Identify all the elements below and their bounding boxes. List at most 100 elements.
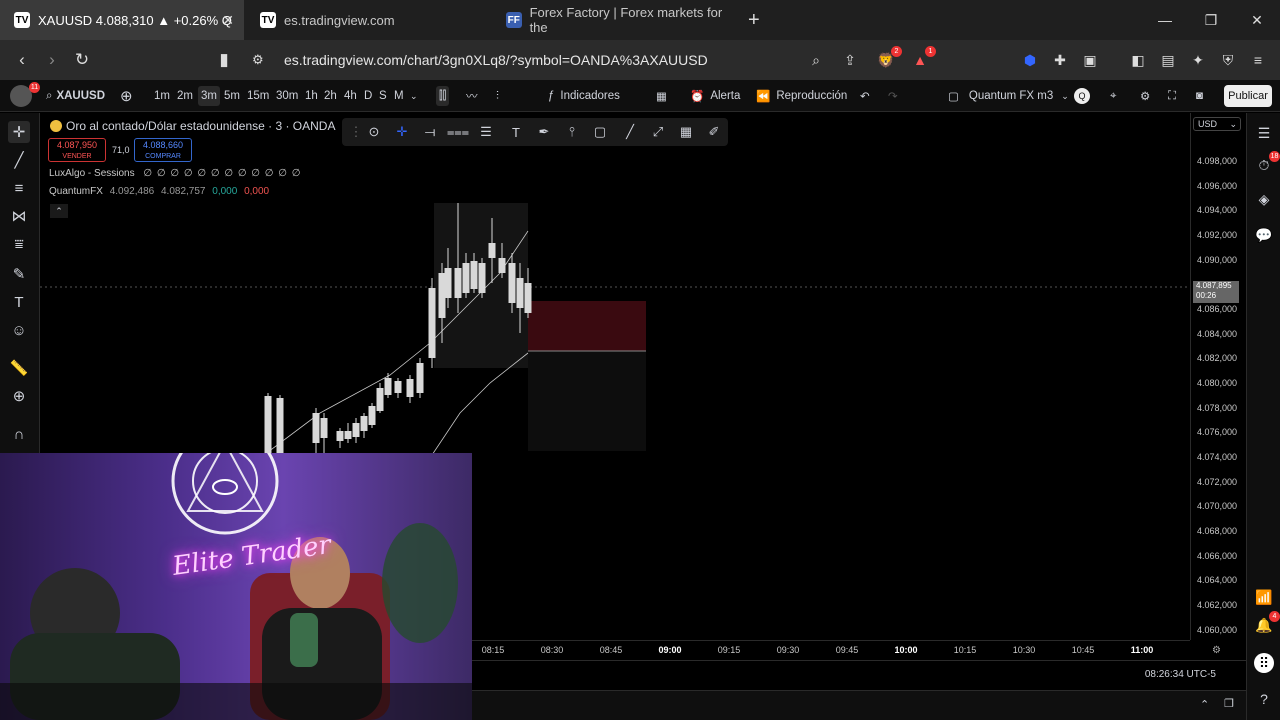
collapse-legend-icon[interactable]: ⌃ [50,204,68,218]
new-tab-button[interactable]: + [748,0,768,40]
text-tool-icon[interactable]: T [506,122,526,142]
indicator-legend-quantumfx[interactable]: QuantumFX 4.092,486 4.082,757 0,000 0,00… [49,186,269,197]
brave-shield-icon[interactable]: 🦁 2 [876,46,902,70]
chevron-down-icon[interactable]: ⌄ [410,86,418,106]
object-tree-icon[interactable]: ⌖ [1110,86,1116,106]
reader-icon[interactable]: ▣ [1080,50,1100,70]
extension-shield-icon[interactable]: ⬢ [1020,50,1040,70]
camera-icon[interactable]: ◙ [1196,86,1203,106]
alert-button[interactable]: ⏰ Alerta [690,86,740,106]
vertical-line-icon[interactable]: ⫯ [562,122,582,142]
signal-icon[interactable]: 📶 [1254,587,1274,607]
indicator-legend-sessions[interactable]: LuxAlgo - Sessions ∅ ∅ ∅ ∅ ∅ ∅ ∅ ∅ ∅ ∅ ∅… [49,168,301,179]
cursor-mode-icon[interactable]: ⊙ [364,122,384,142]
interval-5m[interactable]: 5m [224,86,240,106]
wallet-icon[interactable]: ▤ [1158,50,1178,70]
indicators-button[interactable]: ƒ Indicadores [548,86,620,106]
tab-tradingview-active[interactable]: TV XAUUSD 4.088,310 ▲ +0.26% Q ✕ [0,0,244,40]
close-tab-icon[interactable]: ✕ [222,12,234,29]
forward-icon[interactable]: › [40,48,64,72]
ruler-icon[interactable]: 📏 [8,357,30,379]
crosshair-icon[interactable]: ✛ [8,121,30,143]
quick-search-icon[interactable]: Q [1074,88,1090,104]
interval-m[interactable]: M [394,86,404,106]
parallel-channel-icon[interactable]: ⩶ [447,122,469,142]
pattern-icon[interactable]: ⋈ [8,205,30,227]
rectangle-icon[interactable]: ▢ [590,122,610,142]
interval-2m[interactable]: 2m [177,86,193,106]
time-settings-icon[interactable]: ⚙ [1212,645,1221,656]
interval-4h[interactable]: 4h [344,86,357,106]
emoji-icon[interactable]: ☺ [8,319,30,341]
tab-tradingview[interactable]: TV es.tradingview.com [250,0,494,40]
alerts-clock-icon[interactable]: ⏱ 18 [1254,151,1280,175]
interval-3m[interactable]: 3m [198,86,220,106]
url-field[interactable]: ⚙ es.tradingview.com/chart/3gn0XLq8/?sym… [244,46,944,74]
extensions-icon[interactable]: ✚ [1050,50,1070,70]
crosshair-icon[interactable]: ✛ [392,122,412,142]
ray-icon[interactable]: ╱ [620,122,640,142]
layers-icon[interactable]: ◈ [1254,189,1274,209]
notifications-icon[interactable]: 🔔 4 [1254,611,1280,635]
help-icon[interactable]: ? [1254,689,1274,709]
horizontal-ray-icon[interactable]: ⟞ [420,122,440,142]
avatar[interactable]: 11 [10,82,40,107]
tab-forexfactory[interactable]: FF Forex Factory | Forex markets for the [498,0,738,40]
settings-icon[interactable]: ⚙ [1140,86,1150,106]
sell-button[interactable]: 4.087,950 VENDER [48,138,106,162]
interval-1m[interactable]: 1m [154,86,170,106]
time-axis[interactable]: 08:15 08:30 08:45 09:00 09:15 09:30 09:45 10:00… [472,640,1190,660]
brush-tool-icon[interactable]: ✐ [704,122,724,142]
maximize-panel-icon[interactable]: ❐ [1224,697,1234,710]
chat-icon[interactable]: 💬 [1254,225,1274,245]
layout-button[interactable]: ▢ Quantum FX m3 ⌄ [948,86,1069,106]
close-window-icon[interactable]: ✕ [1234,0,1280,40]
zoom-icon[interactable]: ⌕ [806,50,826,70]
minimize-icon[interactable]: — [1142,0,1188,40]
replay-button[interactable]: ⏪ Reproducción [756,86,847,106]
drag-handle-icon[interactable]: ⋮ [346,122,366,142]
restore-icon[interactable]: ❐ [1188,0,1234,40]
trendline-icon[interactable]: ╱ [8,149,30,171]
line-chart-icon[interactable]: 〰 [466,86,478,106]
candles-type-icon[interactable]: ⫿⫿ [436,86,450,106]
bookmark-icon[interactable]: ▮ [212,48,236,72]
interval-d[interactable]: D [364,86,372,106]
fib-icon[interactable]: ≡ [8,177,30,199]
fib-retracement-icon[interactable]: ☰ [476,122,496,142]
compare-symbol-button[interactable]: ⊕ [120,86,133,106]
interval-30m[interactable]: 30m [276,86,298,106]
menu-icon[interactable]: ≡ [1248,50,1268,70]
timezone-clock[interactable]: 08:26:34 UTC-5 [1145,669,1216,680]
reload-icon[interactable]: ↻ [70,48,94,72]
back-icon[interactable]: ‹ [10,48,34,72]
collapse-panel-icon[interactable]: ⌃ [1200,698,1209,711]
grid-icon[interactable]: ▦ [676,122,696,142]
site-settings-icon[interactable]: ⚙ [252,52,264,68]
share-icon[interactable]: ⇪ [840,50,860,70]
apps-grid-icon[interactable]: ⠿ [1254,653,1274,673]
symbol-search[interactable]: ⌕ XAUUSD [46,86,105,106]
extended-line-icon[interactable]: ⤢ [648,122,668,142]
vpn-icon[interactable]: ⛨ [1218,50,1238,70]
watchlist-icon[interactable]: ☰ [1254,123,1274,143]
interval-15m[interactable]: 15m [247,86,269,106]
fullscreen-icon[interactable]: ⛶ [1168,86,1176,106]
redo-icon[interactable]: ↷ [888,86,898,106]
publish-button[interactable]: Publicar [1224,85,1272,107]
text-icon[interactable]: T [8,291,30,313]
brush-icon[interactable]: ✎ [8,263,30,285]
brave-rewards-icon[interactable]: ▲ 1 [910,46,936,70]
interval-2h[interactable]: 2h [324,86,337,106]
forecast-icon[interactable]: ⩸ [8,233,30,255]
templates-icon[interactable]: ▦ [656,86,667,106]
undo-icon[interactable]: ↶ [860,86,870,106]
zoom-in-icon[interactable]: ⊕ [8,385,30,407]
currency-select[interactable]: USD ⌄ [1193,117,1241,131]
leo-ai-icon[interactable]: ✦ [1188,50,1208,70]
sidebar-icon[interactable]: ◧ [1128,50,1148,70]
pen-icon[interactable]: ✒ [534,122,554,142]
price-axis[interactable]: USD ⌄ 4.098,000 4.096,000 4.094,000 4.092,00… [1190,113,1246,640]
interval-1h[interactable]: 1h [305,86,318,106]
interval-s[interactable]: S [379,86,387,106]
